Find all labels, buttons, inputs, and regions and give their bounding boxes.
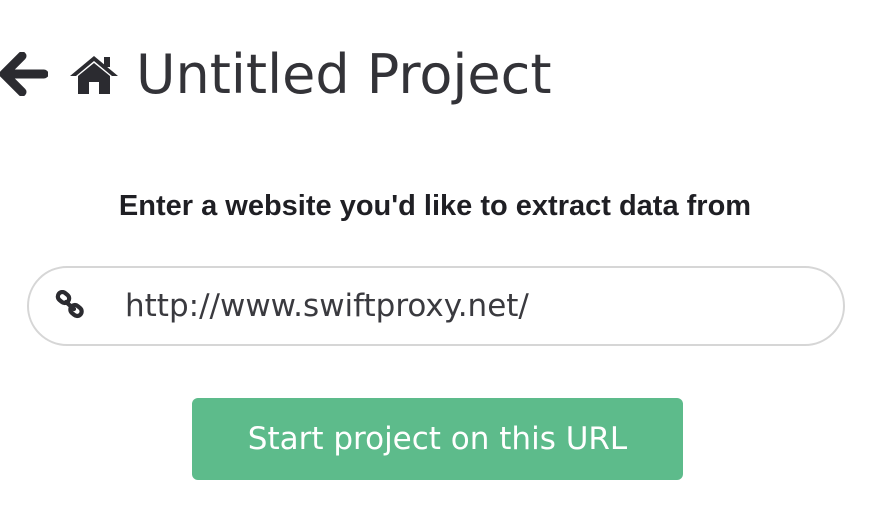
arrow-left-icon [0, 52, 48, 96]
url-prompt-label: Enter a website you'd like to extract da… [118, 190, 752, 222]
home-icon [70, 56, 118, 94]
link-icon [55, 290, 84, 319]
url-field[interactable] [27, 266, 845, 346]
url-input[interactable] [125, 268, 825, 344]
page-title: Untitled Project [136, 42, 552, 106]
home-button[interactable] [64, 46, 124, 102]
start-project-button[interactable]: Start project on this URL [192, 398, 683, 480]
back-button[interactable] [0, 46, 52, 102]
page-header: Untitled Project [0, 36, 552, 112]
